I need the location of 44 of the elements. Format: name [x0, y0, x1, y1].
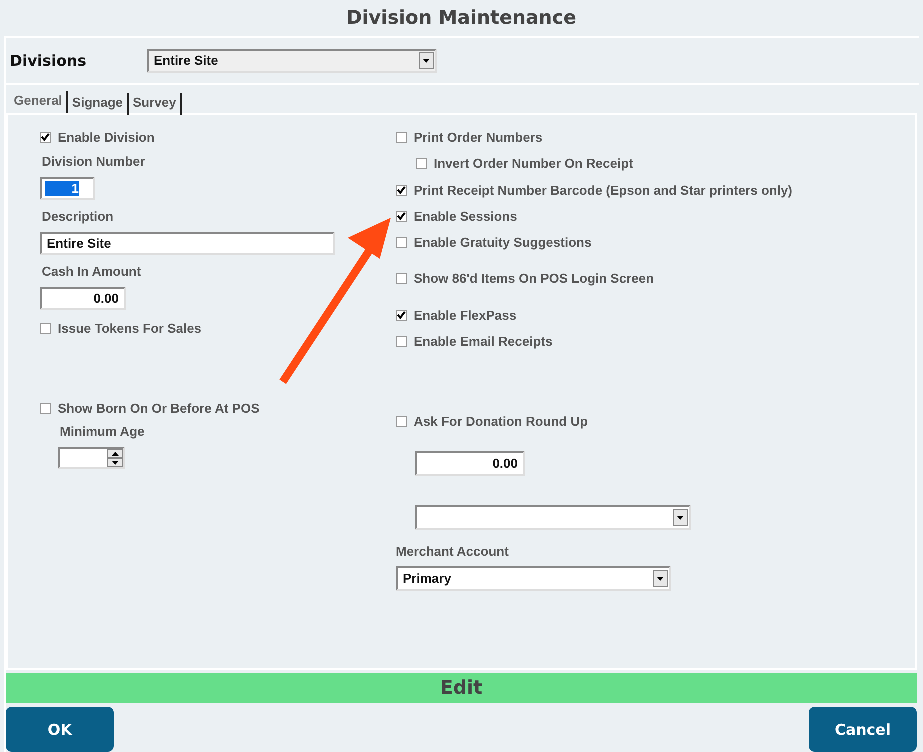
divisions-label: Divisions — [10, 52, 88, 70]
checkbox[interactable] — [396, 236, 407, 248]
checkbox-label: Invert Order Number On Receipt — [434, 156, 634, 170]
spinner-field[interactable] — [58, 447, 125, 469]
field-label: Description — [42, 209, 114, 225]
checkbox-label: Enable FlexPass — [414, 308, 517, 322]
checkbox[interactable] — [416, 158, 427, 168]
window-title: Division Maintenance — [346, 6, 578, 31]
checkbox[interactable] — [40, 132, 51, 142]
checkbox[interactable] — [396, 310, 407, 320]
input-field[interactable]: 0.00 — [40, 287, 126, 310]
checkbox[interactable] — [396, 132, 407, 142]
checkbox-label: Print Order Numbers — [414, 130, 543, 144]
tab[interactable]: Signage — [68, 93, 129, 115]
divisions-dropdown[interactable]: Entire Site — [147, 48, 437, 72]
checkbox[interactable] — [396, 416, 407, 426]
checkbox-label: Print Receipt Number Barcode (Epson and Star printers only) — [414, 182, 793, 198]
checkbox-label: Issue Tokens For Sales — [58, 320, 202, 336]
checkbox-label: Show 86'd Items On POS Login Screen — [414, 270, 654, 286]
field-label: Cash In Amount — [42, 264, 142, 280]
checkbox-label: Show Born On Or Before At POS — [58, 400, 260, 416]
checkbox[interactable] — [396, 272, 407, 284]
checkbox-label: Enable Division — [58, 130, 155, 144]
field-label: Merchant Account — [396, 544, 509, 560]
checkbox[interactable] — [396, 210, 407, 222]
checkbox-label: Enable Email Receipts — [414, 334, 553, 348]
status-bar: Edit — [6, 673, 917, 703]
ok-button[interactable]: OK — [6, 707, 114, 752]
input-field[interactable]: Entire Site — [40, 232, 335, 255]
checkbox-label: Enable Gratuity Suggestions — [414, 234, 592, 250]
merchant-account-dropdown[interactable]: Primary — [396, 566, 671, 591]
field-label: Division Number — [42, 154, 146, 170]
tab[interactable]: General — [10, 91, 68, 113]
checkbox[interactable] — [40, 402, 51, 414]
checkbox-label: Ask For Donation Round Up — [414, 414, 588, 428]
input-field[interactable]: 1 — [40, 177, 95, 200]
input-field[interactable]: 0.00 — [415, 451, 525, 476]
field-label: Minimum Age — [60, 424, 145, 440]
checkbox[interactable] — [40, 322, 51, 334]
cancel-button[interactable]: Cancel — [809, 707, 917, 752]
checkbox[interactable] — [396, 184, 407, 196]
tab[interactable]: Survey — [129, 93, 182, 115]
checkbox-label: Enable Sessions — [414, 208, 518, 224]
checkbox[interactable] — [396, 336, 407, 346]
